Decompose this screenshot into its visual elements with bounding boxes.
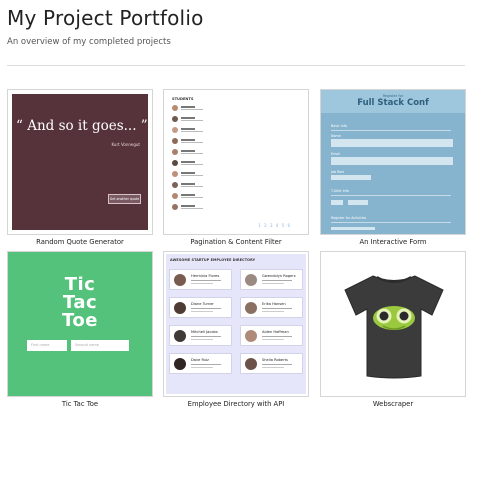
form-preview-label-email: Email [331, 152, 341, 156]
student-avatar [172, 127, 178, 133]
form-preview-section-basic: Basic Info [331, 124, 348, 128]
pagination-preview-pager: 1 2 3 4 5 6 [258, 223, 291, 228]
form-preview-title: Full Stack Conf [357, 98, 429, 108]
student-avatar [172, 204, 178, 210]
form-preview-label-job: Job Role [331, 170, 345, 174]
student-row [172, 171, 232, 179]
employee-avatar [245, 330, 257, 342]
page-title: My Project Portfolio [7, 6, 204, 30]
student-row [172, 193, 232, 201]
pagination-preview-heading: STUDENTS [172, 97, 194, 101]
student-avatar [172, 193, 178, 199]
student-avatar [172, 149, 178, 155]
form-preview-section-activities: Register for Activities [331, 216, 367, 220]
project-thumbnail-interactive-form[interactable]: Register for Full Stack Conf Basic Info … [320, 89, 466, 235]
project-card-employee-directory[interactable]: AWESOME STARTUP EMPLOYEE DIRECTORY Hermi… [163, 251, 309, 408]
student-avatar [172, 160, 178, 166]
header-divider [7, 65, 465, 66]
student-row [172, 116, 232, 124]
form-preview-email-field [331, 157, 453, 165]
employee-card: Gwendolyn Rogers [240, 269, 303, 290]
employee-card: Herminia Flores [169, 269, 232, 290]
form-preview-name-field [331, 139, 453, 147]
project-thumbnail-employee-directory[interactable]: AWESOME STARTUP EMPLOYEE DIRECTORY Hermi… [163, 251, 309, 397]
student-avatar [172, 171, 178, 177]
student-row [172, 182, 232, 190]
student-row [172, 160, 232, 168]
project-caption[interactable]: Webscraper [320, 400, 466, 408]
project-thumbnail-tic-tac-toe[interactable]: Tic Tac Toe First name Second name [7, 251, 153, 397]
project-thumbnail-webscraper[interactable] [320, 251, 466, 397]
project-caption[interactable]: Pagination & Content Filter [163, 238, 309, 246]
student-row [172, 138, 232, 146]
employee-avatar [174, 358, 186, 370]
tic-tac-toe-preview-input-1: First name [27, 340, 67, 351]
employee-avatar [174, 274, 186, 286]
student-row [172, 105, 232, 113]
form-preview-size-select [331, 200, 343, 205]
employee-avatar [245, 274, 257, 286]
form-preview-section-tshirt: T-Shirt Info [331, 189, 349, 193]
quote-preview-author: Kurt Vonnegut [111, 142, 141, 147]
project-caption[interactable]: Random Quote Generator [7, 238, 153, 246]
quote-preview-background [12, 94, 148, 230]
employee-avatar [245, 358, 257, 370]
student-avatar [172, 138, 178, 144]
student-avatar [172, 116, 178, 122]
student-avatar [172, 182, 178, 188]
form-preview-design-select [348, 200, 368, 205]
quote-preview-text: “ And so it goes... ” [16, 118, 148, 134]
project-caption[interactable]: An Interactive Form [320, 238, 466, 246]
pagination-preview: STUDENTS 1 2 3 4 5 6 [167, 93, 305, 231]
project-card-tic-tac-toe[interactable]: Tic Tac Toe First name Second name Tic T… [7, 251, 153, 408]
student-row [172, 149, 232, 157]
form-preview-job-select [331, 175, 371, 180]
project-card-webscraper[interactable]: Webscraper [320, 251, 466, 408]
project-thumbnail-pagination[interactable]: STUDENTS 1 2 3 4 5 6 [163, 89, 309, 235]
student-row [172, 127, 232, 135]
project-caption[interactable]: Tic Tac Toe [7, 400, 153, 408]
employee-card: Mitchell Jacobs [169, 325, 232, 346]
project-card-quote-generator[interactable]: “ And so it goes... ” Kurt Vonnegut Get … [7, 89, 153, 246]
tic-tac-toe-preview-title: Tic Tac Toe [62, 274, 98, 331]
employee-card: Diane Turner [169, 297, 232, 318]
form-preview-label-name: Name [331, 134, 341, 138]
project-card-interactive-form[interactable]: Register for Full Stack Conf Basic Info … [320, 89, 466, 246]
student-avatar [172, 105, 178, 111]
page-subtitle: An overview of my completed projects [7, 37, 171, 47]
project-card-pagination[interactable]: STUDENTS 1 2 3 4 5 6 Pagination & Conten… [163, 89, 309, 246]
employee-card: Sheila Roberts [240, 353, 303, 374]
project-thumbnail-quote-generator[interactable]: “ And so it goes... ” Kurt Vonnegut Get … [7, 89, 153, 235]
employee-avatar [174, 330, 186, 342]
tic-tac-toe-preview-input-2: Second name [71, 340, 129, 351]
employee-preview-heading: AWESOME STARTUP EMPLOYEE DIRECTORY [170, 258, 256, 262]
employee-card: Erika Hansen [240, 297, 303, 318]
quote-preview-button: Get another quote [108, 194, 141, 204]
employee-card: Dave Ruiz [169, 353, 232, 374]
student-row [172, 204, 232, 212]
project-caption[interactable]: Employee Directory with API [163, 400, 309, 408]
employee-avatar [245, 302, 257, 314]
employee-avatar [174, 302, 186, 314]
employee-card: Aiden Hoffman [240, 325, 303, 346]
t-shirt-icon [344, 275, 444, 379]
